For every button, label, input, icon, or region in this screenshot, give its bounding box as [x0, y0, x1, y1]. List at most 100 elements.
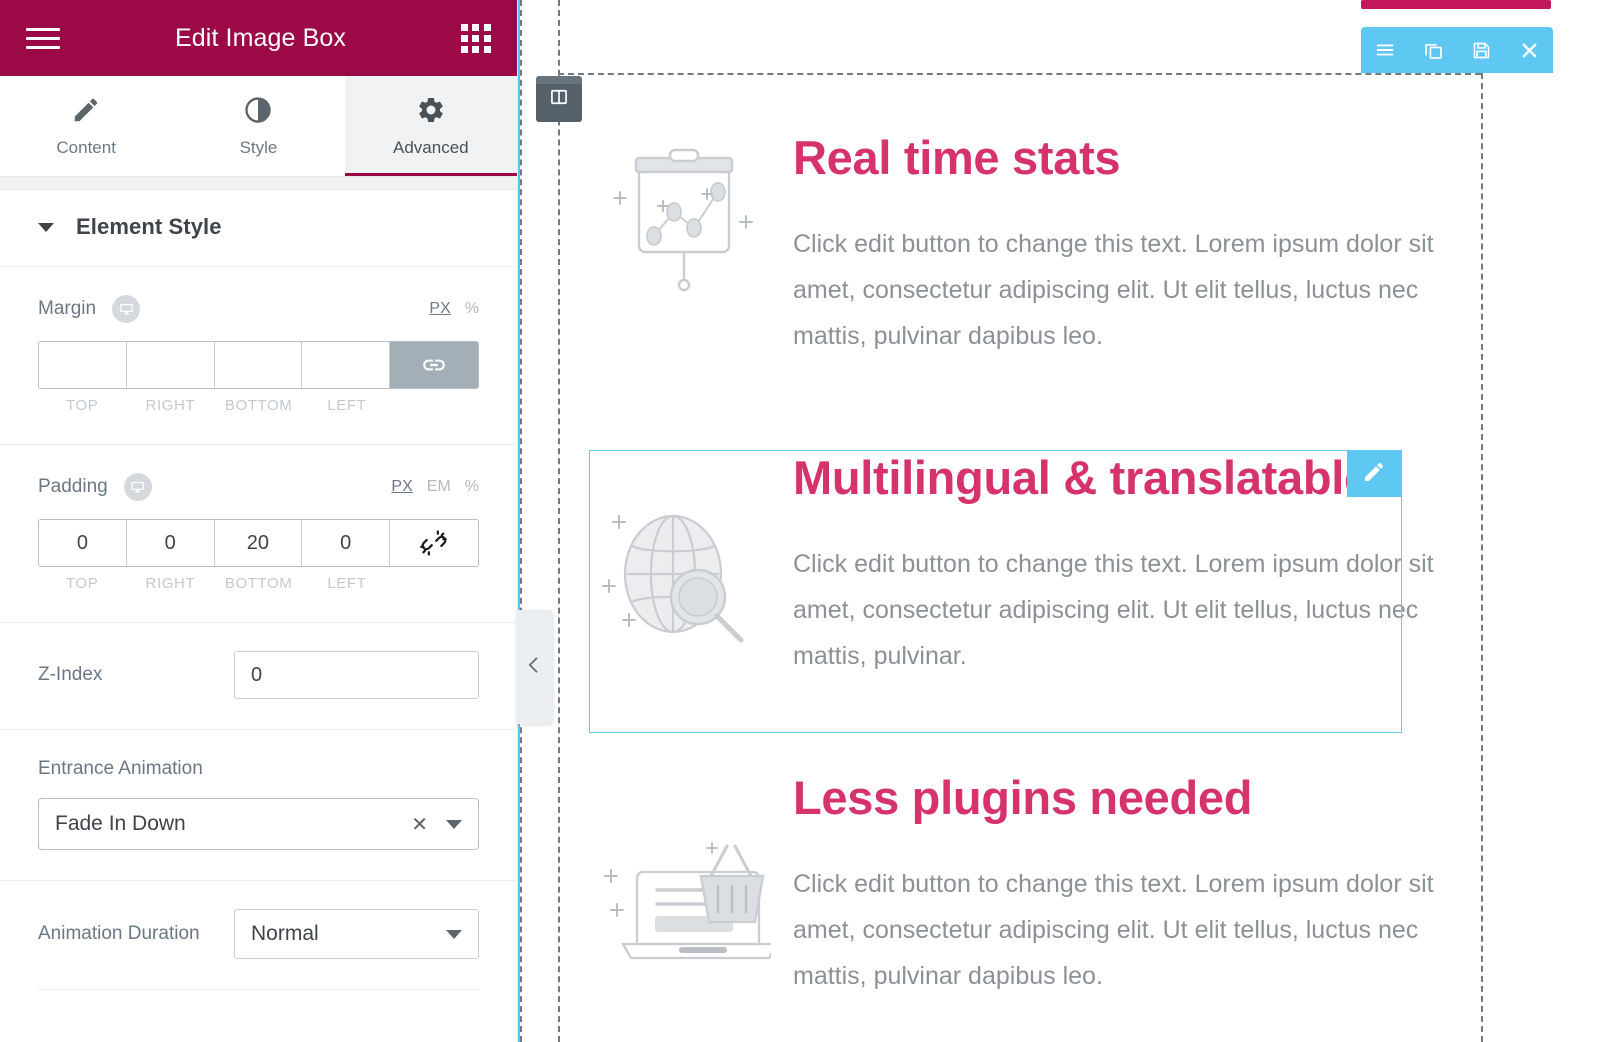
tab-advanced[interactable]: Advanced	[344, 76, 517, 176]
tab-style[interactable]: Style	[172, 76, 344, 176]
margin-top-label: TOP	[65, 397, 99, 414]
image-box-description: Click edit button to change this text. L…	[793, 549, 1434, 670]
margin-label-group: Margin	[38, 295, 141, 323]
hamburger-icon[interactable]	[26, 27, 60, 49]
duplicate-icon[interactable]	[1409, 27, 1457, 73]
padding-inputs: 0 0 20 0	[38, 519, 479, 567]
grid-widgets-icon[interactable]	[461, 23, 491, 53]
tab-advanced-label: Advanced	[393, 137, 469, 157]
image-box-widget[interactable]: Real time stats Click edit button to cha…	[578, 131, 1468, 359]
padding-left-input[interactable]: 0	[302, 520, 390, 566]
padding-bottom-input[interactable]: 20	[215, 520, 303, 566]
tab-content[interactable]: Content	[0, 76, 172, 176]
column-right-dashed-guide	[1481, 73, 1483, 1042]
chevron-left-icon	[524, 655, 544, 680]
column-left-dashed-guide	[558, 0, 560, 1042]
tab-content-label: Content	[56, 137, 116, 157]
save-icon[interactable]	[1457, 27, 1505, 73]
column-handle[interactable]	[536, 76, 582, 122]
column-layout-icon	[549, 87, 569, 112]
margin-unit-px[interactable]: PX	[429, 300, 450, 318]
padding-top-input[interactable]: 0	[39, 520, 127, 566]
animation-duration-value: Normal	[251, 922, 319, 945]
image-box-widget-selected[interactable]: Multilingual & translatable Click edit b…	[578, 451, 1468, 679]
margin-left-label: LEFT	[327, 397, 367, 414]
chevron-down-icon	[38, 222, 54, 232]
pencil-icon	[71, 95, 101, 125]
control-animation-duration: Animation Duration Normal	[0, 880, 517, 989]
padding-unit-percent[interactable]: %	[465, 478, 479, 496]
entrance-animation-label: Entrance Animation	[38, 758, 203, 779]
margin-right-input[interactable]	[127, 342, 215, 388]
panel-divider	[0, 176, 517, 190]
contrast-icon	[243, 95, 273, 125]
padding-input-labels: TOP RIGHT BOTTOM LEFT	[38, 575, 479, 592]
tab-style-label: Style	[239, 137, 278, 157]
control-z-index: Z-Index 0	[0, 622, 517, 729]
entrance-animation-value: Fade In Down	[55, 812, 186, 835]
padding-top-label: TOP	[65, 575, 99, 592]
padding-right-input[interactable]: 0	[127, 520, 215, 566]
image-box-widget[interactable]: Less plugins needed Click edit button to…	[578, 771, 1468, 999]
panel-bottom-divider	[38, 989, 479, 990]
margin-input-labels: TOP RIGHT BOTTOM LEFT	[38, 397, 479, 414]
elementor-editor: Edit Image Box Content Style Advanced El…	[0, 0, 1600, 1042]
chevron-down-icon	[446, 819, 462, 829]
control-padding: Padding PX EM % 0 0 20 0 TOP RIGHT BOTTO…	[0, 444, 517, 622]
edit-widget-button[interactable]	[1347, 451, 1401, 497]
margin-bottom-label: BOTTOM	[224, 397, 293, 414]
globe-search-icon	[578, 452, 793, 679]
preview-canvas: Real time stats Click edit button to cha…	[518, 0, 1600, 1042]
desktop-icon[interactable]	[123, 473, 152, 501]
padding-left-label: LEFT	[327, 575, 367, 592]
image-box-description: Click edit button to change this text. L…	[793, 229, 1434, 350]
margin-unit-percent[interactable]: %	[465, 300, 479, 318]
margin-inputs	[38, 341, 479, 389]
padding-units: PX EM %	[391, 478, 479, 496]
desktop-icon[interactable]	[112, 295, 141, 323]
panel-tabs: Content Style Advanced	[0, 76, 517, 176]
drag-handle-icon[interactable]	[1361, 27, 1409, 73]
editor-panel: Edit Image Box Content Style Advanced El…	[0, 0, 518, 1042]
padding-label-group: Padding	[38, 473, 152, 501]
section-left-dashed-guide	[520, 0, 522, 1042]
margin-label: Margin	[38, 298, 97, 319]
margin-top-input[interactable]	[39, 342, 127, 388]
section-toolbar	[1361, 27, 1553, 73]
presentation-chart-icon	[578, 132, 793, 359]
control-entrance-animation: Entrance Animation Fade In Down ✕	[0, 729, 517, 880]
close-x-icon[interactable]	[1505, 27, 1553, 73]
pencil-icon	[1362, 460, 1386, 489]
page-title: Edit Image Box	[175, 23, 346, 52]
margin-units: PX %	[429, 300, 479, 318]
animation-duration-select[interactable]: Normal	[234, 909, 479, 959]
image-box-description: Click edit button to change this text. L…	[793, 869, 1434, 990]
entrance-animation-select[interactable]: Fade In Down ✕	[38, 798, 479, 850]
section-element-style[interactable]: Element Style	[0, 190, 517, 267]
margin-left-input[interactable]	[302, 342, 390, 388]
panel-collapse-handle[interactable]	[516, 610, 552, 724]
padding-unit-px[interactable]: PX	[391, 478, 412, 496]
panel-header: Edit Image Box	[0, 0, 517, 76]
gear-icon	[416, 95, 446, 125]
link-icon[interactable]	[390, 342, 478, 388]
section-title: Element Style	[76, 214, 222, 239]
image-box-title: Real time stats	[793, 131, 1121, 184]
animation-duration-label: Animation Duration	[38, 923, 200, 944]
padding-unit-em[interactable]: EM	[427, 478, 451, 496]
control-margin: Margin PX % TOP RIGHT BOTTOM LEFT	[0, 267, 517, 444]
image-box-content: Less plugins needed Click edit button to…	[793, 771, 1468, 999]
margin-bottom-input[interactable]	[215, 342, 303, 388]
laptop-basket-icon	[578, 772, 793, 999]
padding-label: Padding	[38, 476, 108, 497]
column-top-dashed-guide	[558, 73, 1481, 75]
chevron-down-icon	[446, 929, 462, 939]
padding-bottom-label: BOTTOM	[224, 575, 293, 592]
z-index-label: Z-Index	[38, 664, 103, 685]
section-pink-indicator	[1361, 0, 1551, 9]
image-box-title: Less plugins needed	[793, 771, 1253, 824]
z-index-input[interactable]: 0	[234, 651, 479, 699]
close-x-icon[interactable]: ✕	[411, 812, 428, 837]
broken-link-icon[interactable]	[390, 520, 478, 566]
padding-right-label: RIGHT	[145, 575, 196, 592]
